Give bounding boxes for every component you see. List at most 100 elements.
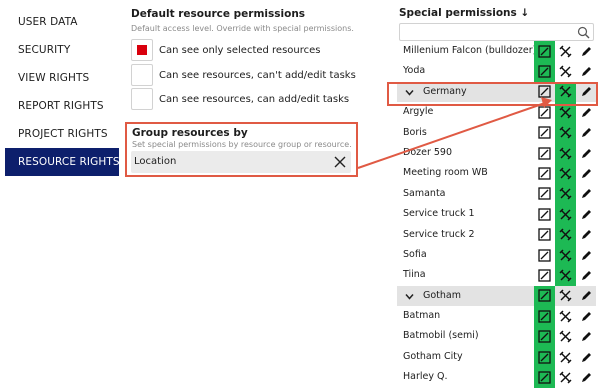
tools-icon (559, 330, 572, 343)
edit-square-icon (538, 65, 551, 78)
pencil-permission-toggle[interactable] (576, 41, 597, 61)
edit-square-permission-toggle[interactable] (534, 143, 555, 163)
resource-row: Yoda (397, 61, 597, 82)
edit-square-icon (538, 269, 551, 282)
sidebar-item-project-rights[interactable]: PROJECT RIGHTS (5, 120, 119, 148)
edit-square-permission-toggle[interactable] (534, 265, 555, 285)
pencil-permission-toggle[interactable] (576, 367, 597, 387)
pencil-icon (582, 107, 591, 117)
edit-square-icon (538, 146, 551, 160)
resource-name: Boris (403, 126, 427, 138)
checkbox-selected-mark (137, 45, 147, 55)
tools-permission-toggle[interactable] (555, 183, 576, 205)
tools-permission-toggle[interactable] (555, 367, 576, 387)
permission-checkbox[interactable] (131, 64, 153, 86)
tools-permission-toggle[interactable] (555, 265, 576, 286)
tools-icon (559, 371, 572, 384)
resource-row: Samanta (397, 183, 597, 205)
pencil-permission-toggle[interactable] (576, 225, 597, 245)
tools-icon (559, 228, 572, 241)
tools-permission-toggle[interactable] (555, 122, 576, 143)
default-permissions-section: Default resource permissions Default acc… (131, 8, 361, 33)
tools-permission-toggle[interactable] (555, 326, 576, 346)
resource-row: Harley Q. (397, 367, 597, 388)
group-row: Gotham (397, 285, 597, 307)
group-by-select[interactable]: Location (131, 151, 351, 173)
edit-square-icon (538, 330, 551, 343)
resource-name: Meeting room WB (403, 167, 488, 179)
edit-square-permission-toggle[interactable] (534, 123, 555, 143)
special-permissions-title[interactable]: Special permissions ↓ (399, 7, 529, 19)
sidebar-item-report-rights[interactable]: REPORT RIGHTS (5, 92, 119, 120)
tools-permission-toggle[interactable] (555, 204, 576, 225)
pencil-permission-toggle[interactable] (576, 61, 597, 81)
sidebar-item-view-rights[interactable]: VIEW RIGHTS (5, 64, 119, 92)
resource-row: Tiina (397, 265, 597, 286)
edit-square-permission-toggle[interactable] (534, 225, 555, 245)
tools-permission-toggle[interactable] (555, 41, 576, 61)
permission-option-label: Can see resources, can't add/edit tasks (159, 69, 356, 81)
pencil-permission-toggle[interactable] (576, 143, 597, 163)
edit-square-permission-toggle[interactable] (534, 306, 555, 327)
search-input[interactable] (399, 23, 594, 41)
pencil-permission-toggle[interactable] (576, 163, 597, 183)
tools-permission-toggle[interactable] (555, 244, 576, 266)
resource-name: Gotham (423, 289, 461, 301)
edit-square-permission-toggle[interactable] (534, 326, 555, 347)
resource-row: Dozer 590 (397, 142, 597, 164)
pencil-permission-toggle[interactable] (576, 306, 597, 326)
pencil-icon (582, 189, 591, 199)
resource-name: Samanta (403, 187, 446, 199)
group-resources-description: Set special permissions by resource grou… (132, 140, 352, 149)
close-icon[interactable] (333, 155, 347, 169)
edit-square-icon (538, 289, 551, 303)
permission-option-label: Can see only selected resources (159, 44, 321, 56)
pencil-permission-toggle[interactable] (576, 245, 597, 265)
edit-square-permission-toggle[interactable] (534, 367, 555, 388)
pencil-permission-toggle[interactable] (576, 123, 597, 143)
tools-permission-toggle[interactable] (555, 286, 576, 306)
sidebar-item-user-data[interactable]: USER DATA (5, 8, 119, 36)
edit-square-icon (538, 187, 551, 201)
resource-name: Sofia (403, 248, 427, 260)
pencil-permission-toggle[interactable] (576, 184, 597, 204)
pencil-permission-toggle[interactable] (576, 326, 597, 346)
edit-square-permission-toggle[interactable] (534, 163, 555, 183)
permission-option-can-edit[interactable]: Can see resources, can add/edit tasks (131, 88, 349, 110)
edit-square-permission-toggle[interactable] (534, 285, 555, 307)
tools-permission-toggle[interactable] (555, 61, 576, 81)
pencil-permission-toggle[interactable] (576, 286, 597, 306)
pencil-permission-toggle[interactable] (576, 204, 597, 224)
tools-icon (559, 106, 572, 119)
permission-checkbox[interactable] (131, 39, 153, 61)
resource-name: Batmobil (semi) (403, 330, 479, 342)
tools-permission-toggle[interactable] (555, 347, 576, 367)
tools-permission-toggle[interactable] (555, 306, 576, 326)
permission-option-no-edit[interactable]: Can see resources, can't add/edit tasks (131, 64, 356, 86)
edit-square-permission-toggle[interactable] (534, 204, 555, 224)
pencil-icon (582, 291, 591, 301)
tools-permission-toggle[interactable] (555, 142, 576, 164)
edit-square-icon (538, 45, 551, 58)
sidebar-item-resource-rights[interactable]: RESOURCE RIGHTS (5, 148, 120, 176)
pencil-icon (582, 209, 591, 219)
tools-permission-toggle[interactable] (555, 163, 576, 184)
highlight-germany-row (387, 82, 598, 106)
search-icon[interactable] (577, 26, 590, 39)
tools-icon (559, 147, 572, 160)
pencil-permission-toggle[interactable] (576, 347, 597, 367)
tools-permission-toggle[interactable] (555, 224, 576, 245)
edit-square-permission-toggle[interactable] (534, 41, 555, 62)
chevron-down-icon[interactable] (405, 292, 414, 301)
edit-square-permission-toggle[interactable] (534, 184, 555, 204)
permission-option-selected-only[interactable]: Can see only selected resources (131, 39, 321, 61)
resource-row: Gotham City (397, 346, 597, 368)
permission-checkbox[interactable] (131, 88, 153, 110)
edit-square-permission-toggle[interactable] (534, 346, 555, 368)
pencil-permission-toggle[interactable] (576, 265, 597, 285)
sidebar-item-security[interactable]: SECURITY (5, 36, 119, 64)
edit-square-permission-toggle[interactable] (534, 245, 555, 265)
edit-square-icon (538, 228, 551, 241)
group-resources-section: Group resources by Set special permissio… (125, 122, 358, 177)
edit-square-permission-toggle[interactable] (534, 61, 555, 82)
